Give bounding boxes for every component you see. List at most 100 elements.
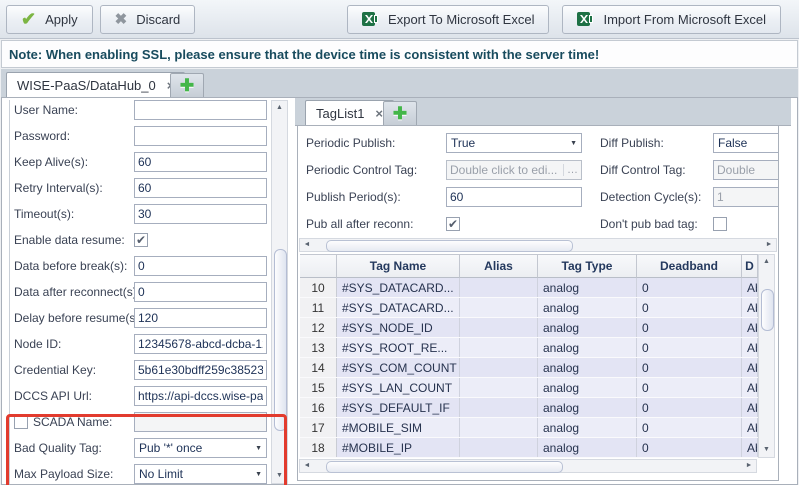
table-row[interactable]: 16#SYS_DEFAULT_IF analog0Ab	[300, 398, 758, 418]
scroll-up-icon[interactable]: ▲	[272, 101, 287, 115]
publish-period-input[interactable]	[446, 187, 582, 207]
scroll-right-icon[interactable]: ►	[762, 239, 776, 251]
table-vscrollbar-thumb[interactable]	[761, 289, 774, 331]
timeout-input[interactable]	[134, 204, 267, 224]
hscrollbar-thumb[interactable]	[326, 240, 573, 252]
cell-extra[interactable]: Ab	[742, 378, 758, 397]
add-device-tab-button[interactable]: ✚	[170, 73, 204, 97]
cell-type[interactable]: analog	[538, 438, 637, 457]
scada-name-input[interactable]	[134, 412, 267, 432]
hscrollbar-thumb[interactable]	[326, 461, 563, 473]
cell-tag[interactable]: #SYS_LAN_COUNT	[337, 378, 460, 397]
close-tab-icon[interactable]: ×	[375, 106, 383, 121]
discard-button[interactable]: ✖ Discard	[100, 5, 196, 34]
bad-quality-tag-dropdown[interactable]: Pub '*' once▼	[134, 438, 267, 458]
data-before-break-input[interactable]	[134, 256, 267, 276]
cell-num[interactable]: 10	[300, 278, 337, 297]
left-panel-scrollbar[interactable]: ▲ ▼	[271, 100, 288, 484]
cell-alias[interactable]	[460, 278, 538, 297]
scroll-left-icon[interactable]: ◄	[300, 460, 314, 472]
scroll-left-icon[interactable]: ◄	[300, 239, 314, 251]
cell-extra[interactable]: Ab	[742, 358, 758, 377]
cell-tag[interactable]: #SYS_COM_COUNT	[337, 358, 460, 377]
table-hscrollbar-top[interactable]: ◄ ►	[299, 238, 777, 252]
cell-type[interactable]: analog	[538, 298, 637, 317]
cell-extra[interactable]: Ab	[742, 278, 758, 297]
cell-alias[interactable]	[460, 358, 538, 377]
cell-num[interactable]: 16	[300, 398, 337, 417]
column-header-tag-name[interactable]: Tag Name	[337, 255, 460, 278]
diff-control-tag-input[interactable]	[713, 160, 779, 180]
delay-before-resume-input[interactable]	[134, 308, 267, 328]
column-header-rownum[interactable]	[300, 255, 337, 278]
cell-deadband[interactable]: 0	[637, 278, 742, 297]
scroll-right-icon[interactable]: ►	[742, 460, 756, 472]
table-row[interactable]: 11#SYS_DATACARD...analog0Ab	[300, 298, 758, 318]
cell-tag[interactable]: #SYS_DEFAULT_IF	[337, 398, 460, 417]
cell-alias[interactable]	[460, 338, 538, 357]
cell-extra[interactable]: Ab	[742, 398, 758, 417]
password-input[interactable]	[134, 126, 267, 146]
detection-cycle-input[interactable]	[713, 187, 779, 207]
diff-publish-dropdown[interactable]: False▼	[713, 133, 779, 153]
cell-num[interactable]: 18	[300, 438, 337, 457]
cell-extra[interactable]: Ab	[742, 318, 758, 337]
cell-tag[interactable]: #SYS_NODE_ID	[337, 318, 460, 337]
enable-data-resume-checkbox[interactable]: ✔	[134, 233, 148, 247]
scroll-down-icon[interactable]: ▼	[272, 469, 287, 483]
table-row[interactable]: 18#MOBILE_IPanalog0Ab	[300, 438, 758, 458]
credential-key-input[interactable]	[134, 360, 267, 380]
data-after-reconnect-input[interactable]	[134, 282, 267, 302]
tab-taglist1[interactable]: TagList1 ×	[305, 100, 394, 125]
ellipsis-button[interactable]: …	[563, 164, 578, 176]
dccs-api-url-input[interactable]	[134, 386, 267, 406]
column-header-d[interactable]: D	[742, 255, 758, 278]
node-id-input[interactable]	[134, 334, 267, 354]
cell-deadband[interactable]: 0	[637, 358, 742, 377]
add-taglist-tab-button[interactable]: ✚	[383, 101, 417, 125]
scada-name-checkbox[interactable]	[14, 415, 28, 429]
cell-type[interactable]: analog	[538, 338, 637, 357]
table-row[interactable]: 17#MOBILE_SIManalog0Ab	[300, 418, 758, 438]
table-row[interactable]: 14#SYS_COM_COUNTanalog0Ab	[300, 358, 758, 378]
cell-num[interactable]: 13	[300, 338, 337, 357]
periodic-publish-dropdown[interactable]: True▼	[446, 133, 582, 153]
table-vscrollbar[interactable]: ▲ ▼	[758, 254, 775, 458]
cell-extra[interactable]: Ab	[742, 298, 758, 317]
apply-button[interactable]: ✔ Apply	[6, 5, 93, 34]
cell-type[interactable]: analog	[538, 398, 637, 417]
cell-alias[interactable]	[460, 298, 538, 317]
keep-alive-input[interactable]	[134, 152, 267, 172]
cell-tag[interactable]: #SYS_ROOT_RE...	[337, 338, 460, 357]
cell-deadband[interactable]: 0	[637, 418, 742, 437]
max-payload-size-dropdown[interactable]: No Limit▼	[134, 464, 267, 484]
cell-deadband[interactable]: 0	[637, 438, 742, 457]
cell-deadband[interactable]: 0	[637, 338, 742, 357]
export-excel-button[interactable]: Export To Microsoft Excel	[347, 5, 549, 34]
cell-deadband[interactable]: 0	[637, 398, 742, 417]
tab-wise-paas-datahub[interactable]: WISE-PaaS/DataHub_0 ×	[6, 72, 185, 97]
cell-type[interactable]: analog	[538, 378, 637, 397]
cell-tag[interactable]: #MOBILE_SIM	[337, 418, 460, 437]
scroll-up-icon[interactable]: ▲	[759, 255, 774, 269]
table-row[interactable]: 13#SYS_ROOT_RE... analog0Ab	[300, 338, 758, 358]
cell-deadband[interactable]: 0	[637, 378, 742, 397]
cell-extra[interactable]: Ab	[742, 338, 758, 357]
table-row[interactable]: 12#SYS_NODE_IDanalog0Ab	[300, 318, 758, 338]
cell-alias[interactable]	[460, 418, 538, 437]
cell-num[interactable]: 15	[300, 378, 337, 397]
table-hscrollbar-bottom[interactable]: ◄ ►	[299, 459, 757, 473]
cell-alias[interactable]	[460, 378, 538, 397]
dont-pub-bad-tag-checkbox[interactable]	[713, 217, 727, 231]
import-excel-button[interactable]: Import From Microsoft Excel	[562, 5, 781, 34]
cell-extra[interactable]: Ab	[742, 418, 758, 437]
pub-all-after-reconn-checkbox[interactable]: ✔	[446, 217, 460, 231]
cell-alias[interactable]	[460, 318, 538, 337]
column-header-tag-type[interactable]: Tag Type	[538, 255, 637, 278]
cell-alias[interactable]	[460, 398, 538, 417]
table-row[interactable]: 10#SYS_DATACARD...analog0Ab	[300, 278, 758, 298]
cell-num[interactable]: 11	[300, 298, 337, 317]
user-name-input[interactable]	[134, 100, 267, 120]
cell-extra[interactable]: Ab	[742, 438, 758, 457]
cell-type[interactable]: analog	[538, 278, 637, 297]
